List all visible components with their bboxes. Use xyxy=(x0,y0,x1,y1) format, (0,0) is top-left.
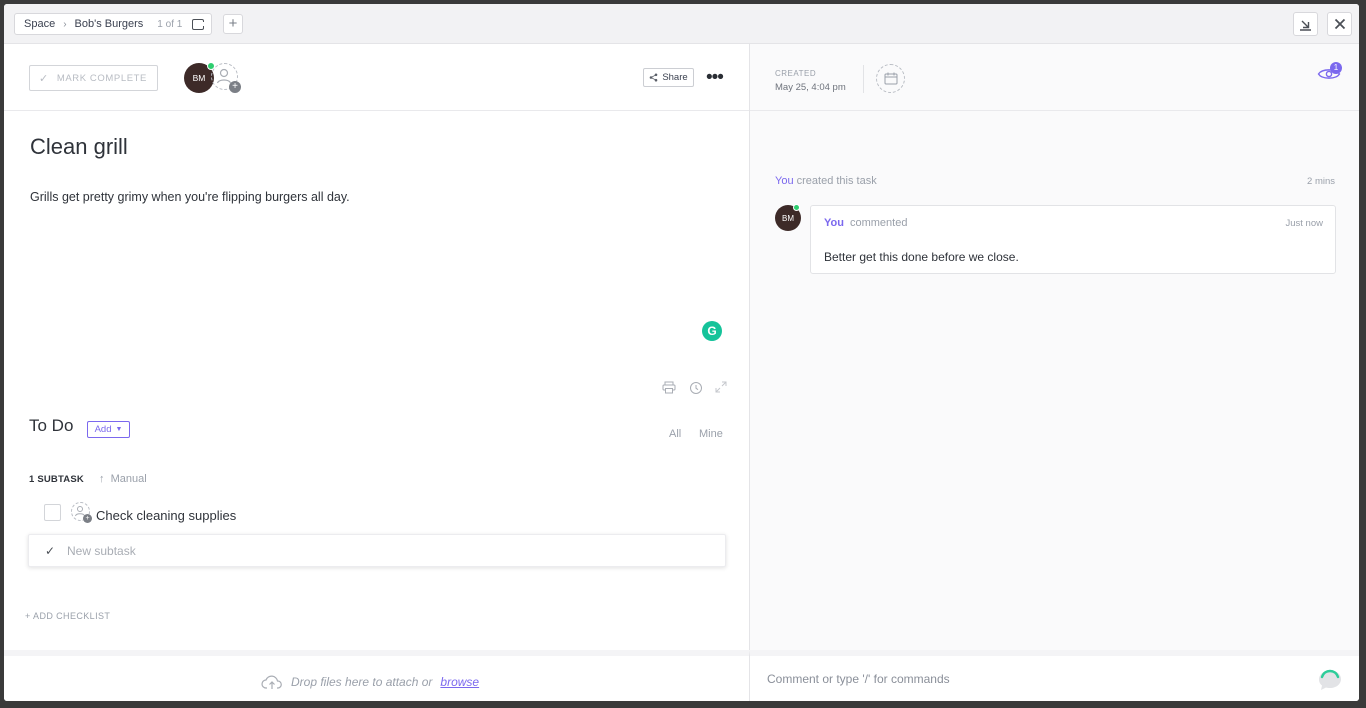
history-icon[interactable] xyxy=(689,381,703,398)
browse-link[interactable]: browse xyxy=(440,675,479,689)
divider xyxy=(863,65,864,93)
created-date: May 25, 4:04 pm xyxy=(775,82,846,93)
breadcrumb-list[interactable]: Bob's Burgers xyxy=(75,18,144,30)
chevron-right-icon: › xyxy=(63,18,67,30)
send-comment-icon[interactable] xyxy=(1317,668,1343,697)
sort-label: Manual xyxy=(110,473,147,485)
expand-icon[interactable] xyxy=(715,381,727,396)
cloud-upload-icon xyxy=(261,675,282,689)
subtask-checkbox[interactable] xyxy=(44,504,61,521)
attachment-dropzone[interactable]: Drop files here to attach or browse xyxy=(4,650,749,701)
add-user-icon[interactable]: + xyxy=(211,63,241,93)
activity-event: You created this task xyxy=(775,175,877,187)
created-label: CREATED xyxy=(775,69,817,78)
comment-input[interactable] xyxy=(767,672,1287,686)
task-detail-pane: ✓ MARK COMPLETE BM + Share ••• Clean gri… xyxy=(4,44,749,650)
plus-icon: + xyxy=(83,514,92,523)
activity-header: CREATED May 25, 4:04 pm 1 xyxy=(750,44,1359,111)
subtask-name[interactable]: Check cleaning supplies xyxy=(96,508,236,523)
more-icon[interactable]: ••• xyxy=(706,68,724,87)
drop-text: Drop files here to attach or xyxy=(291,675,433,689)
mark-complete-label: MARK COMPLETE xyxy=(56,72,147,84)
add-todo-label: Add xyxy=(94,424,112,435)
plus-icon: + xyxy=(229,81,241,93)
collapse-icon[interactable] xyxy=(1293,12,1318,36)
comment-body: Better get this done before we close. xyxy=(824,250,1019,264)
sort-up-icon: ↑ xyxy=(99,473,105,485)
plus-icon[interactable]: + xyxy=(223,14,243,34)
sort-manual[interactable]: ↑ Manual xyxy=(99,473,147,485)
comment-header: You commented xyxy=(824,217,907,229)
task-topbar: Space › Bob's Burgers 1 of 1 + xyxy=(4,4,1359,44)
comment-card: You commented Just now Better get this do… xyxy=(810,205,1336,274)
check-icon: ✓ xyxy=(45,543,56,558)
new-subtask-input[interactable] xyxy=(67,543,667,558)
task-header: ✓ MARK COMPLETE BM + Share ••• xyxy=(4,44,749,111)
comment-author: You xyxy=(824,217,844,229)
drop-files-text: Drop files here to attach or browse xyxy=(261,674,479,690)
subtask-count: 1 SUBTASK xyxy=(29,474,84,485)
add-user-icon[interactable]: + xyxy=(71,502,92,523)
caret-down-icon: ▼ xyxy=(115,426,123,433)
comment-time: Just now xyxy=(1285,218,1324,229)
assignee-initials: BM xyxy=(192,73,206,83)
comment-composer xyxy=(749,650,1359,701)
watchers-count: 1 xyxy=(1330,62,1342,74)
share-button[interactable]: Share xyxy=(643,68,694,87)
event-time: 2 mins xyxy=(1307,176,1335,187)
task-title[interactable]: Clean grill xyxy=(30,134,128,160)
mark-complete-button[interactable]: ✓ MARK COMPLETE xyxy=(29,65,158,91)
close-icon[interactable] xyxy=(1327,12,1352,36)
breadcrumb-space[interactable]: Space xyxy=(24,18,55,30)
share-icon xyxy=(650,73,658,82)
todo-heading: To Do xyxy=(29,416,74,435)
add-checklist-button[interactable]: + ADD CHECKLIST xyxy=(25,611,110,621)
task-description[interactable]: Grills get pretty grimy when you're flip… xyxy=(30,190,350,204)
activity-pane: CREATED May 25, 4:04 pm 1 You created th… xyxy=(749,44,1359,650)
event-actor: You xyxy=(775,175,794,187)
calendar-icon[interactable] xyxy=(876,64,905,93)
open-task-icon[interactable] xyxy=(192,18,207,30)
new-subtask-row: ✓ xyxy=(28,534,726,567)
add-todo-button[interactable]: Add ▼ xyxy=(87,421,130,438)
commenter-initials: BM xyxy=(782,213,794,223)
task-position-count: 1 of 1 xyxy=(157,18,183,30)
comment-action: commented xyxy=(849,217,908,229)
filter-all[interactable]: All xyxy=(669,428,681,440)
online-indicator xyxy=(793,204,800,211)
grammarly-icon[interactable]: G xyxy=(702,321,722,341)
print-icon[interactable] xyxy=(662,381,676,397)
breadcrumb: Space › Bob's Burgers 1 of 1 xyxy=(14,13,213,35)
share-label: Share xyxy=(662,72,688,83)
event-text: created this task xyxy=(796,175,877,187)
check-icon: ✓ xyxy=(39,72,49,85)
task-modal: Space › Bob's Burgers 1 of 1 + ✓ MARK CO… xyxy=(4,4,1359,701)
filter-mine[interactable]: Mine xyxy=(699,428,723,440)
